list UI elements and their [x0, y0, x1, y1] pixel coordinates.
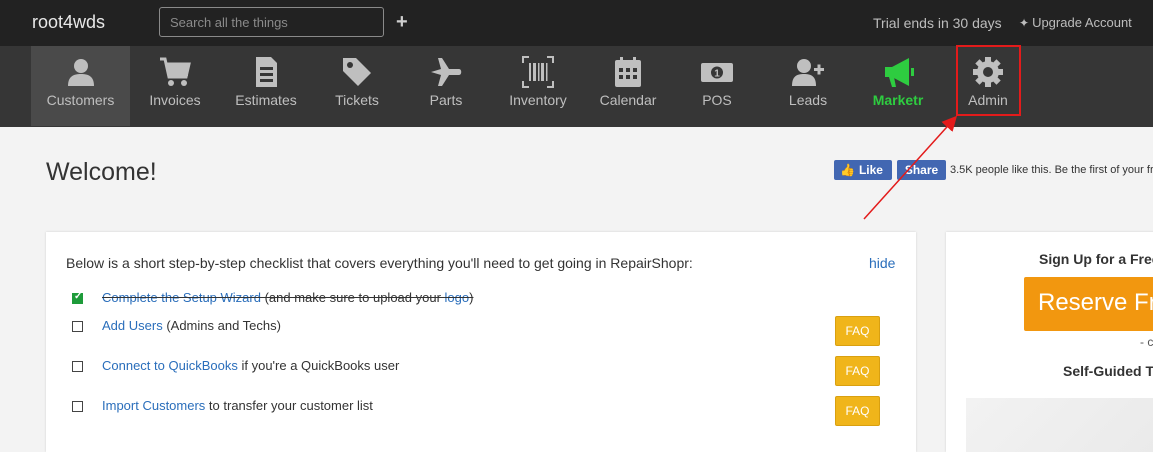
- hide-checklist-link[interactable]: hide: [869, 255, 895, 271]
- facebook-like-label: Like: [858, 163, 883, 177]
- trial-status: Trial ends in 30 days: [873, 15, 1002, 31]
- checklist-item-note: if you're a QuickBooks user: [237, 358, 400, 373]
- upgrade-account-link[interactable]: ✦ Upgrade Account: [1019, 15, 1132, 30]
- faq-button[interactable]: FAQ: [835, 356, 880, 386]
- setup-wizard-link[interactable]: Complete the Setup Wizard: [102, 290, 261, 305]
- nav-label: Customers: [46, 92, 115, 108]
- add-new-button[interactable]: +: [396, 10, 408, 34]
- signup-title: Sign Up for a Free: [1039, 251, 1153, 267]
- checklist-item-text: Complete the Setup Wizard (and make sure…: [102, 290, 473, 305]
- barcode-icon: [522, 56, 554, 88]
- checkbox[interactable]: [72, 321, 83, 332]
- top-bar: root4wds + Trial ends in 30 days ✦Upgrad…: [0, 0, 1153, 46]
- preview-image: [966, 398, 1153, 452]
- checkbox-checked[interactable]: [72, 291, 83, 304]
- checklist-card: Below is a short step-by-step checklist …: [46, 232, 916, 452]
- checklist-item-text: Connect to QuickBooks if you're a QuickB…: [102, 358, 399, 373]
- nav-inventory[interactable]: Inventory: [500, 46, 576, 126]
- nav-label: Estimates: [235, 92, 297, 108]
- nav-leads[interactable]: Leads: [780, 46, 836, 126]
- checklist-item-text: Add Users (Admins and Techs): [102, 318, 281, 333]
- facebook-like-count: 3.5K people like this. Be the first of y…: [950, 164, 1153, 176]
- sparkle-icon: ✦: [1019, 16, 1030, 30]
- brand-name[interactable]: root4wds: [32, 12, 105, 33]
- self-guided-title: Self-Guided T: [1063, 363, 1153, 379]
- thumbs-up-icon: 👍: [840, 163, 855, 177]
- document-icon: [256, 57, 277, 87]
- add-users-link[interactable]: Add Users: [102, 318, 163, 333]
- checklist-item-note: ): [469, 290, 474, 305]
- user-plus-icon: [792, 59, 824, 86]
- checkbox[interactable]: [72, 361, 83, 372]
- page-title: Welcome!: [46, 158, 157, 186]
- nav-label: Invoices: [149, 92, 201, 108]
- nav-label: Leads: [788, 92, 828, 108]
- import-customers-link[interactable]: Import Customers: [102, 398, 205, 413]
- connect-quickbooks-link[interactable]: Connect to QuickBooks: [102, 358, 238, 373]
- upgrade-account-label: Upgrade Account: [1032, 15, 1132, 30]
- nav-label: Tickets: [335, 92, 379, 108]
- nav-tickets[interactable]: Tickets: [324, 46, 390, 126]
- facebook-share-button[interactable]: Share: [897, 160, 946, 180]
- nav-label: Inventory: [509, 92, 567, 108]
- tag-icon: [343, 58, 371, 86]
- calendar-icon: [615, 57, 641, 87]
- nav-parts[interactable]: Parts: [416, 46, 476, 126]
- cart-icon: [160, 57, 191, 86]
- plane-icon: [431, 58, 462, 86]
- user-icon: [67, 59, 94, 86]
- checklist-item-note: (Admins and Techs): [162, 318, 281, 333]
- nav-label: Marketr: [872, 92, 924, 108]
- nav-calendar[interactable]: Calendar: [592, 46, 664, 126]
- faq-button[interactable]: FAQ: [835, 396, 880, 426]
- search-input[interactable]: [159, 7, 384, 37]
- nav-estimates[interactable]: Estimates: [228, 46, 304, 126]
- facebook-like-button[interactable]: 👍 Like: [834, 160, 892, 180]
- checklist-intro: Below is a short step-by-step checklist …: [66, 255, 693, 271]
- nav-label: POS: [702, 92, 732, 108]
- checkbox[interactable]: [72, 401, 83, 412]
- faq-button[interactable]: FAQ: [835, 316, 880, 346]
- megaphone-icon: [885, 58, 914, 87]
- checklist-item-note: (and make sure to upload your: [260, 290, 445, 305]
- svg-text:1: 1: [714, 69, 720, 80]
- facebook-share-label: Share: [904, 163, 939, 177]
- money-icon: 1: [701, 63, 733, 82]
- reserve-button[interactable]: Reserve Fr: [1024, 277, 1153, 331]
- nav-label: Parts: [429, 92, 463, 108]
- admin-highlight-box: [956, 45, 1021, 116]
- checklist-item-text: Import Customers to transfer your custom…: [102, 398, 373, 413]
- nav-customers[interactable]: Customers: [31, 46, 130, 126]
- checklist-item-note: to transfer your customer list: [205, 398, 373, 413]
- nav-label: Calendar: [599, 92, 657, 108]
- signup-card: Sign Up for a Free Reserve Fr - c Self-G…: [946, 232, 1153, 452]
- nav-invoices[interactable]: Invoices: [140, 46, 210, 126]
- nav-pos[interactable]: 1 POS: [690, 46, 744, 126]
- nav-marketr[interactable]: Marketr: [866, 46, 930, 126]
- or-separator: - c: [1140, 335, 1153, 349]
- logo-link[interactable]: logo: [445, 290, 470, 305]
